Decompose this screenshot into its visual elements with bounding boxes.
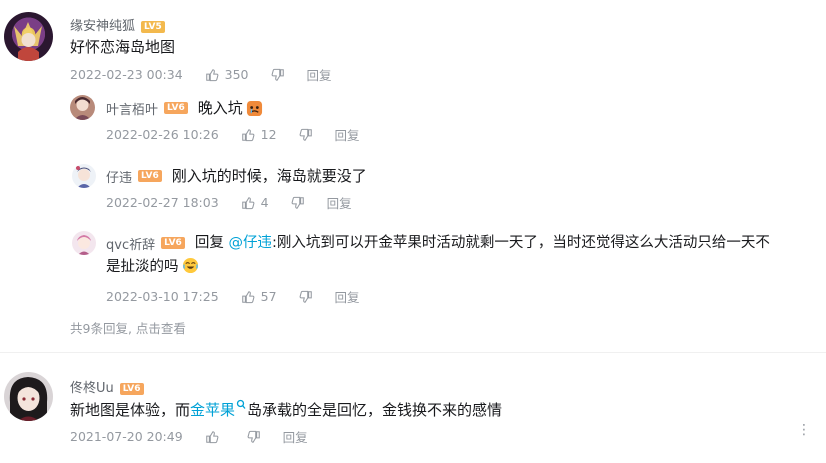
like-count: 12	[260, 127, 277, 142]
dislike-icon[interactable]	[247, 430, 261, 444]
reply-prefix: 回复	[194, 235, 224, 251]
comment-meta: 2021-07-20 20:49 回复	[70, 427, 308, 446]
comment-divider	[0, 352, 826, 353]
dislike-icon[interactable]	[291, 196, 305, 210]
like-count: 4	[260, 195, 269, 210]
reply-button[interactable]: 回复	[327, 193, 352, 212]
reply-meta: 2022-02-26 10:26 12 回复	[106, 125, 360, 144]
reply-meta: 2022-02-27 18:03 4 回复	[106, 193, 352, 212]
dislike-icon[interactable]	[299, 128, 313, 142]
reply-button[interactable]: 回复	[307, 65, 332, 84]
comment-time: 2021-07-20 20:49	[70, 429, 183, 444]
reply-meta: 2022-03-10 17:25 57 回复	[106, 287, 360, 306]
keyword-link[interactable]: 金苹果	[190, 401, 235, 419]
comment-text-after: 岛承载的全是回忆，金钱换不来的感情	[247, 401, 503, 419]
like-icon[interactable]	[205, 68, 219, 82]
reply-button[interactable]: 回复	[335, 125, 360, 144]
comment-username[interactable]: 佟柊Uu LV6	[70, 377, 144, 396]
reply-avatar[interactable]	[72, 164, 96, 188]
reply-time: 2022-02-27 18:03	[106, 195, 219, 210]
more-options-icon[interactable]: ⋮	[797, 423, 811, 437]
username-text[interactable]: 佟柊Uu	[70, 381, 114, 396]
like-count: 57	[260, 289, 277, 304]
level-badge: LV6	[119, 382, 144, 395]
comment-time: 2022-02-23 00:34	[70, 67, 183, 82]
comment-text-before: 新地图是体验，而	[70, 401, 191, 419]
reply-header: 仔违 LV6 刚入坑的时候，海岛就要没了	[106, 166, 367, 186]
laugh-cry-emoji-icon	[182, 257, 198, 274]
level-badge: LV5	[141, 20, 165, 33]
username-text[interactable]: 缘安神纯狐	[70, 19, 135, 34]
like-count: 350	[224, 67, 249, 82]
reply-username[interactable]: 叶言栢叶	[106, 99, 158, 118]
reply-time: 2022-03-10 17:25	[106, 289, 219, 304]
dislike-icon[interactable]	[299, 290, 313, 304]
dislike-icon[interactable]	[271, 68, 285, 82]
reply-text-line2: 是扯淡的吗	[106, 259, 179, 275]
mention-link[interactable]: @仔违	[228, 235, 272, 251]
reply-text: 刚入坑的时候，海岛就要没了	[171, 167, 367, 185]
reply-avatar[interactable]	[70, 95, 95, 120]
reply-username[interactable]: 仔违	[106, 167, 132, 186]
comment-username[interactable]: 缘安神纯狐 LV5	[70, 15, 165, 34]
reply-button[interactable]: 回复	[283, 427, 308, 446]
like-icon[interactable]	[241, 128, 255, 142]
level-badge: LV6	[161, 237, 185, 249]
view-more-replies-link[interactable]: 共9条回复, 点击查看	[70, 318, 186, 337]
level-badge: LV6	[164, 102, 188, 114]
comment-text: 新地图是体验，而金苹果 岛承载的全是回忆，金钱换不来的感情	[70, 399, 502, 420]
like-icon[interactable]	[205, 430, 219, 444]
search-icon[interactable]	[236, 399, 246, 411]
reply-text: 晚入坑	[197, 99, 243, 117]
reply-header: qvc祈辞 LV6 回复 @仔违:刚入坑到可以开金苹果时活动就剩一天了，当时还觉…	[106, 233, 770, 253]
reply-text-line1: :刚入坑到可以开金苹果时活动就剩一天了，当时还觉得这么大活动只给一天不	[271, 235, 770, 251]
reply-text: 回复 @仔违:刚入坑到可以开金苹果时活动就剩一天了，当时还觉得这么大活动只给一天…	[195, 233, 770, 253]
reply-username[interactable]: qvc祈辞	[106, 234, 155, 253]
reply-button[interactable]: 回复	[335, 287, 360, 306]
reply-time: 2022-02-26 10:26	[106, 127, 219, 142]
reply-header: 叶言栢叶 LV6 晚入坑	[106, 98, 263, 118]
comment-text: 好怀恋海岛地图	[70, 38, 176, 56]
like-icon[interactable]	[241, 196, 255, 210]
level-badge: LV6	[138, 170, 162, 182]
reply-text-continued: 是扯淡的吗	[106, 257, 199, 277]
avatar[interactable]	[4, 372, 53, 421]
comment-meta: 2022-02-23 00:34 350 回复	[70, 65, 332, 84]
like-icon[interactable]	[241, 290, 255, 304]
cry-emoji-icon	[246, 100, 262, 116]
avatar[interactable]	[4, 12, 53, 61]
reply-avatar[interactable]	[72, 231, 96, 255]
